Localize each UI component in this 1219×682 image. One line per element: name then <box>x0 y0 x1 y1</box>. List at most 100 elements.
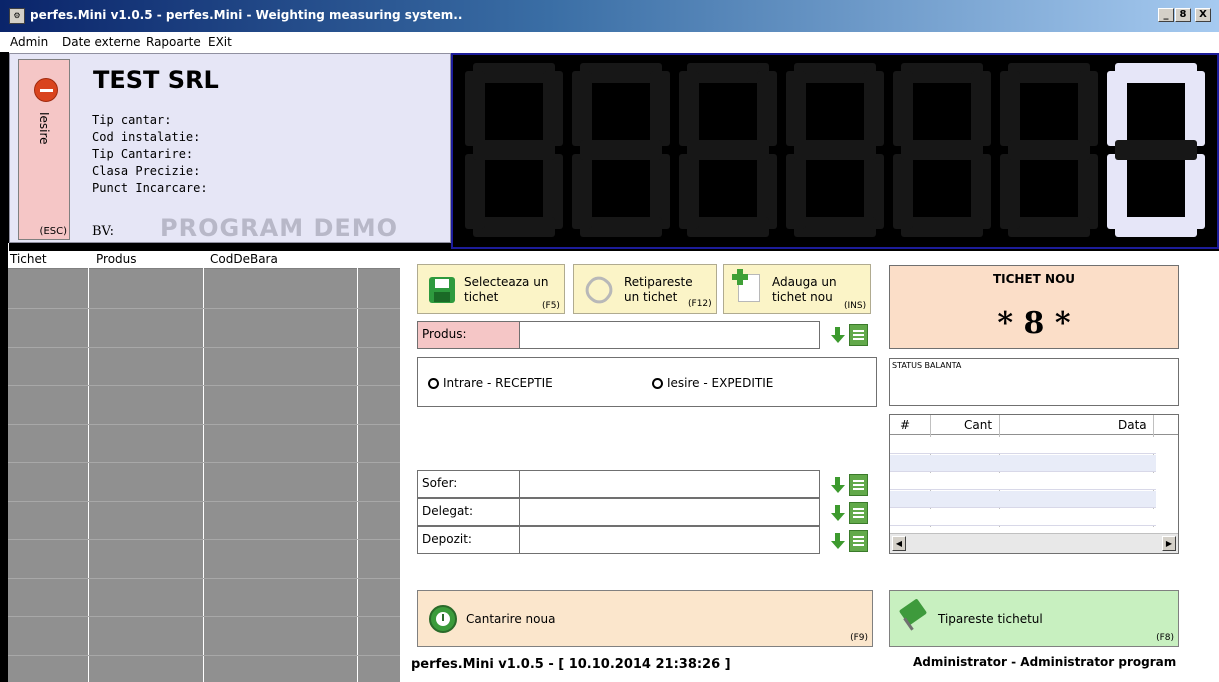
col-data[interactable]: Data <box>1118 418 1147 432</box>
minimize-button[interactable]: _ <box>1158 8 1174 22</box>
delegat-field[interactable]: Delegat: <box>417 498 820 526</box>
col-coddebara[interactable]: CodDeBara <box>210 252 278 266</box>
produs-label: Produs: <box>418 322 520 348</box>
table-row[interactable] <box>890 491 1156 508</box>
col-tichet[interactable]: Tichet <box>10 252 47 266</box>
depozit-select-arrow-icon[interactable] <box>828 530 847 552</box>
digit-segment <box>1078 71 1098 146</box>
depozit-field[interactable]: Depozit: <box>417 526 820 554</box>
radio-iesire[interactable]: Iesire - EXPEDITIE <box>652 376 773 390</box>
field-punct-incarcare: Punct Incarcare: <box>92 181 208 195</box>
select-ticket-button[interactable]: Selecteaza un tichet (F5) <box>417 264 565 314</box>
version-status: perfes.Mini v1.0.5 - [ 10.10.2014 21:38:… <box>411 657 731 672</box>
produs-list-icon[interactable] <box>849 324 868 346</box>
field-cod-instalatie: Cod instalatie: <box>92 130 201 144</box>
depozit-list-icon[interactable] <box>849 530 868 552</box>
digit-segment <box>901 217 983 237</box>
digit-segment <box>687 217 769 237</box>
table-row-divider <box>8 655 400 656</box>
depozit-label: Depozit: <box>418 527 520 553</box>
delegat-label: Delegat: <box>418 499 520 525</box>
grid-horizontal-scrollbar[interactable]: ◀ ▶ <box>890 533 1178 553</box>
display-digit <box>572 63 670 237</box>
print-ticket-button[interactable]: Tipareste tichetul (F8) <box>889 590 1179 647</box>
weight-display <box>451 53 1219 249</box>
radio-intrare-circle[interactable] <box>428 377 439 389</box>
table-row-divider <box>8 347 400 348</box>
sofer-label: Sofer: <box>418 471 520 497</box>
scroll-left-arrow-icon[interactable]: ◀ <box>892 536 906 551</box>
table-row-divider <box>8 424 400 425</box>
select-ticket-line1: Selecteaza un <box>464 275 549 289</box>
menu-admin[interactable]: Admin <box>10 35 48 49</box>
add-ticket-shortcut: (INS) <box>844 301 867 311</box>
digit-segment <box>465 154 485 229</box>
produs-select-arrow-icon[interactable] <box>828 324 847 346</box>
col-index[interactable]: # <box>900 418 910 432</box>
col-cant[interactable]: Cant <box>964 418 992 432</box>
pushpin-icon <box>898 598 928 626</box>
display-digit <box>893 63 991 237</box>
table-row-divider <box>8 462 400 463</box>
menu-rapoarte[interactable]: Rapoarte <box>146 35 201 49</box>
tickets-table[interactable]: Tichet Produs CodDeBara <box>8 251 400 682</box>
new-ticket-box: TICHET NOU * 8 * <box>889 265 1179 349</box>
delegat-list-icon[interactable] <box>849 502 868 524</box>
add-ticket-line1: Adauga un <box>772 275 837 289</box>
field-tip-cantarire: Tip Cantarire: <box>92 147 194 161</box>
digit-segment <box>1008 217 1090 237</box>
ticket-number: * 8 * <box>997 306 1071 341</box>
digit-segment <box>679 154 699 229</box>
close-button[interactable]: X <box>1195 8 1211 22</box>
digit-segment <box>687 140 769 160</box>
digit-segment <box>1107 71 1127 146</box>
digit-segment <box>1008 140 1090 160</box>
maximize-button[interactable]: 8 <box>1175 8 1191 22</box>
add-ticket-button[interactable]: Adauga un tichet nou (INS) <box>723 264 871 314</box>
table-column-divider <box>88 251 89 682</box>
table-column-divider <box>357 251 358 682</box>
digit-segment <box>893 71 913 146</box>
menu-exit[interactable]: EXit <box>208 35 232 49</box>
app-icon[interactable]: ⚙ <box>9 8 25 24</box>
sofer-select-arrow-icon[interactable] <box>828 474 847 496</box>
digit-segment <box>786 154 806 229</box>
digit-segment <box>1107 154 1127 229</box>
print-ticket-label: Tipareste tichetul <box>938 612 1043 626</box>
new-weighing-button[interactable]: Cantarire noua (F9) <box>417 590 873 647</box>
digit-segment <box>580 140 662 160</box>
digit-segment <box>1000 154 1020 229</box>
reprint-ticket-button[interactable]: Retipareste un tichet (F12) <box>573 264 717 314</box>
digit-segment <box>572 71 592 146</box>
digit-segment <box>1115 217 1197 237</box>
new-weighing-shortcut: (F9) <box>850 633 868 643</box>
digit-segment <box>794 140 876 160</box>
table-row[interactable] <box>890 437 1156 454</box>
delegat-select-arrow-icon[interactable] <box>828 502 847 524</box>
exit-button[interactable]: Iesire (ESC) <box>18 59 70 240</box>
table-row[interactable] <box>890 455 1156 472</box>
table-row-divider <box>8 385 400 386</box>
digit-segment <box>679 71 699 146</box>
radio-intrare[interactable]: Intrare - RECEPTIE <box>428 376 553 390</box>
display-digit <box>679 63 777 237</box>
print-ticket-shortcut: (F8) <box>1156 633 1174 643</box>
scale-status-label: STATUS BALANTA <box>892 361 962 370</box>
radio-iesire-circle[interactable] <box>652 377 663 389</box>
digit-segment <box>794 217 876 237</box>
direction-radio-group: Intrare - RECEPTIE Iesire - EXPEDITIE <box>417 357 877 407</box>
select-ticket-line2: tichet <box>464 290 499 304</box>
table-row[interactable] <box>890 509 1156 526</box>
weighings-grid[interactable]: # Cant Data ◀ ▶ <box>889 414 1179 554</box>
table-row[interactable] <box>890 473 1156 490</box>
digit-segment <box>580 217 662 237</box>
col-produs[interactable]: Produs <box>96 252 137 266</box>
digit-segment <box>901 140 983 160</box>
menu-date-externe[interactable]: Date externe <box>62 35 141 49</box>
scroll-right-arrow-icon[interactable]: ▶ <box>1162 536 1176 551</box>
digit-segment <box>572 154 592 229</box>
sofer-field[interactable]: Sofer: <box>417 470 820 498</box>
paperclip-icon <box>580 271 618 309</box>
sofer-list-icon[interactable] <box>849 474 868 496</box>
produs-field[interactable]: Produs: <box>417 321 820 349</box>
